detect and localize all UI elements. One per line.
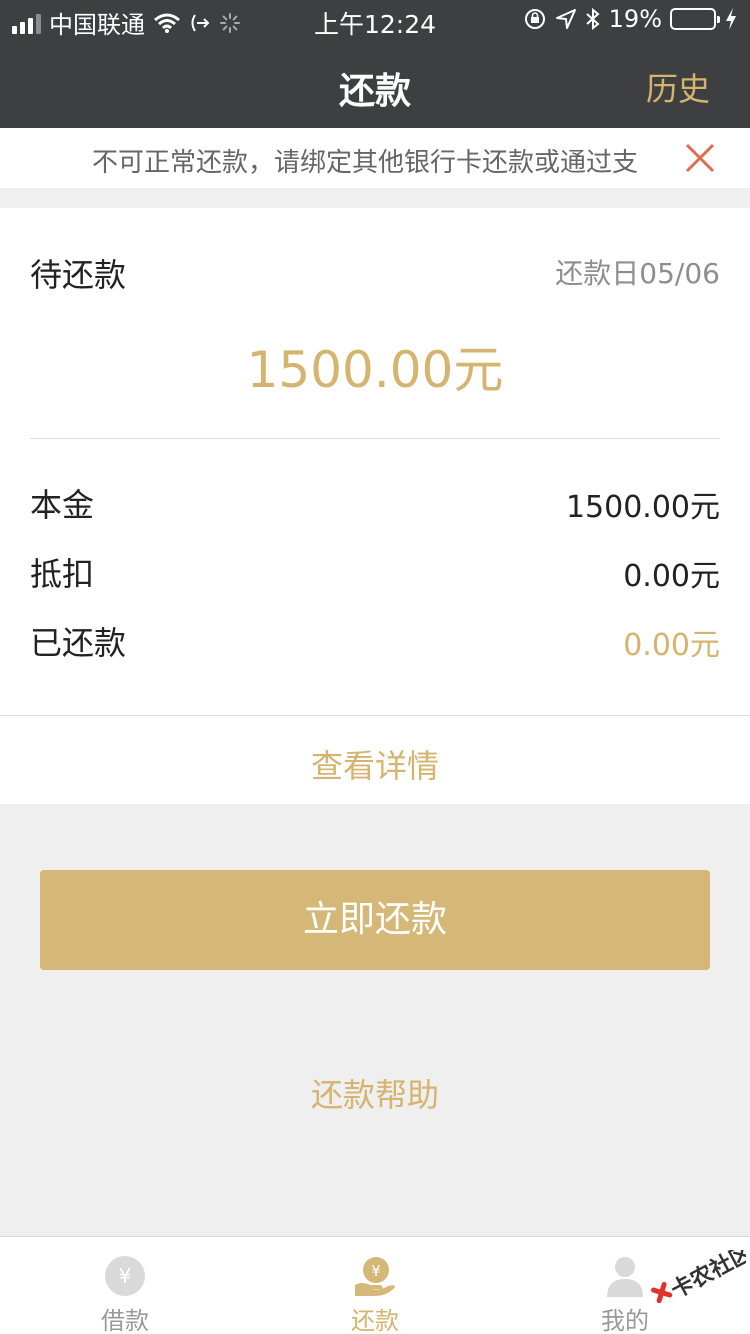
notice-text: 不可正常还款，请绑定其他银行卡还款或通过支 <box>92 148 639 178</box>
row-value: 0.00元 <box>623 628 720 663</box>
list-item-deduction: 抵扣 0.00元 <box>30 549 720 599</box>
row-label: 已还款 <box>30 624 127 662</box>
close-icon[interactable] <box>684 142 716 174</box>
battery-percent: 19% <box>608 5 662 33</box>
status-right: 19% <box>523 5 738 33</box>
rotation-lock-icon <box>524 9 545 29</box>
pay-now-button[interactable]: 立即还款 <box>40 870 710 970</box>
yen-coin-icon: ¥ <box>105 1256 145 1296</box>
status-bar: 中国联通 上午12:24 19% <box>0 0 750 40</box>
battery-icon <box>670 8 720 30</box>
repayment-help-link[interactable]: 还款帮助 <box>0 1070 750 1116</box>
due-amount: 1500.00元 <box>246 341 504 399</box>
list-item-principal: 本金 1500.00元 <box>30 480 720 530</box>
row-value: 1500.00元 <box>565 490 720 525</box>
tab-repay[interactable]: ¥ 还款 <box>250 1237 500 1334</box>
svg-text:¥: ¥ <box>371 1262 381 1280</box>
due-date: 还款日05/06 <box>555 257 720 290</box>
tab-bar: ¥ 借款 ¥ 还款 我的 <box>0 1236 750 1334</box>
repayment-card: 待还款 还款日05/06 1500.00元 本金 1500.00元 抵扣 0.0… <box>0 208 750 804</box>
location-icon <box>555 9 576 29</box>
row-value: 0.00元 <box>623 559 720 594</box>
svg-text:¥: ¥ <box>119 1264 132 1288</box>
row-label: 抵扣 <box>30 555 95 593</box>
watermark-logo: 卡农社区 <box>651 1250 746 1304</box>
notice-banner: 不可正常还款，请绑定其他银行卡还款或通过支 <box>0 128 750 188</box>
watermark-text: 卡农社区 <box>667 1250 746 1304</box>
tab-label: 还款 <box>351 1307 399 1334</box>
divider <box>0 715 750 716</box>
charging-icon <box>726 8 736 30</box>
due-label: 待还款 <box>30 256 127 294</box>
tab-label: 借款 <box>101 1307 149 1334</box>
list-item-repaid: 已还款 0.00元 <box>30 618 720 668</box>
bluetooth-icon <box>585 7 600 31</box>
page-title: 还款 <box>338 71 411 112</box>
view-details-link[interactable]: 查看详情 <box>0 741 750 787</box>
user-icon <box>607 1257 643 1297</box>
top-bar: 中国联通 上午12:24 19% 还款 历史 <box>0 0 750 128</box>
divider <box>30 438 720 439</box>
yen-hand-icon: ¥ <box>355 1257 395 1296</box>
row-label: 本金 <box>30 486 95 524</box>
history-button[interactable]: 历史 <box>646 64 710 110</box>
tab-borrow[interactable]: ¥ 借款 <box>0 1237 250 1334</box>
